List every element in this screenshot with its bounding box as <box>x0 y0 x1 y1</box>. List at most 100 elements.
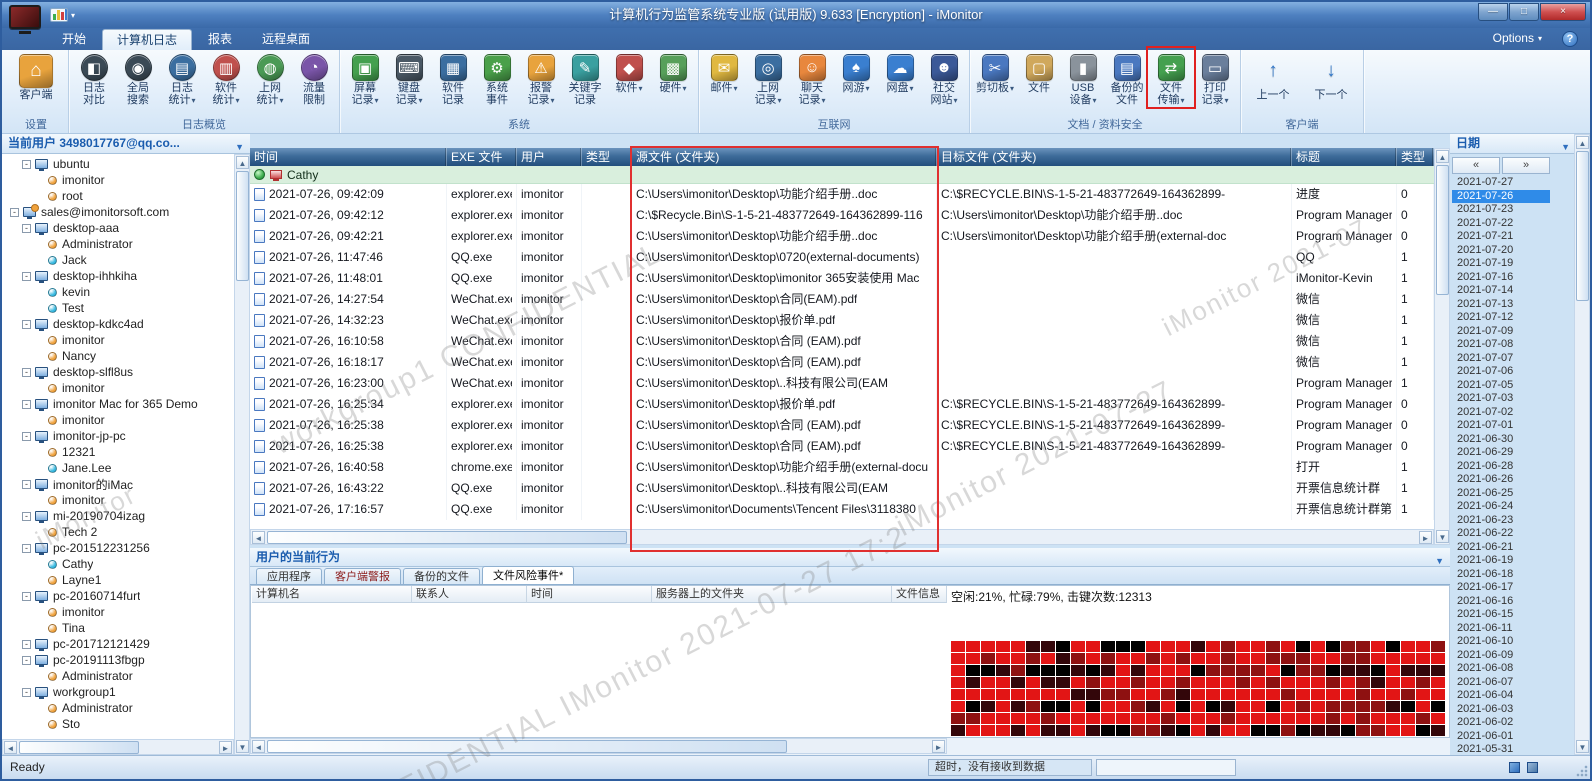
scroll-right-icon[interactable]: ► <box>219 741 232 754</box>
tree-user-imonitor[interactable]: imonitor <box>2 604 234 620</box>
expander-icon[interactable]: - <box>22 399 31 409</box>
date-item[interactable]: 2021-07-12 <box>1452 311 1550 325</box>
date-item[interactable]: 2021-07-08 <box>1452 338 1550 352</box>
date-item[interactable]: 2021-06-23 <box>1452 514 1550 528</box>
tree-vscroll[interactable]: ▲ ▼ <box>234 154 250 755</box>
chart-icon[interactable] <box>50 8 68 22</box>
expander-icon[interactable]: - <box>22 223 31 233</box>
date-item[interactable]: 2021-07-06 <box>1452 365 1550 379</box>
current-user-header[interactable]: 当前用户 3498017767@qq.co... ▼ <box>2 134 250 154</box>
usb-device-button[interactable]: ▮ USB 设备▾ <box>1061 53 1105 107</box>
maximize-button[interactable]: □ <box>1509 3 1539 21</box>
chevron-down-icon[interactable]: ▾ <box>71 11 75 20</box>
log-row[interactable]: 2021-07-26, 14:32:23 WeChat.exe imonitor C:… <box>250 310 1434 331</box>
tree-vscroll-thumb[interactable] <box>236 171 249 281</box>
date-item[interactable]: 2021-07-02 <box>1452 406 1550 420</box>
date-item[interactable]: 2021-07-23 <box>1452 203 1550 217</box>
activity-hscroll[interactable]: ◄ ► <box>250 738 947 754</box>
date-item[interactable]: 2021-06-24 <box>1452 500 1550 514</box>
tree-computer-desktop-aaa[interactable]: - desktop-aaa <box>2 220 234 236</box>
date-item[interactable]: 2021-06-04 <box>1452 689 1550 703</box>
log-row[interactable]: 2021-07-26, 14:27:54 WeChat.exe imonitor C:… <box>250 289 1434 310</box>
date-item[interactable]: 2021-07-26 <box>1452 189 1550 203</box>
system-events-button[interactable]: ⚙ 系统 事件 <box>475 53 519 106</box>
expander-icon[interactable]: - <box>22 639 31 649</box>
tree-computer-imonitor-mac-365[interactable]: - imonitor Mac for 365 Demo <box>2 396 234 412</box>
log-table-hscroll-thumb[interactable] <box>267 531 627 544</box>
scroll-down-icon[interactable]: ▼ <box>1576 740 1589 753</box>
log-row[interactable]: 2021-07-26, 17:16:57 QQ.exe imonitor C:\Use… <box>250 499 1434 520</box>
scroll-up-icon[interactable]: ▲ <box>236 156 249 169</box>
date-scroll-thumb[interactable] <box>1576 151 1589 301</box>
log-row[interactable]: 2021-07-26, 16:25:38 explorer.exe imonitor… <box>250 436 1434 457</box>
activity-tab-file-risk-events[interactable]: 文件风险事件* <box>482 566 575 584</box>
traffic-limit-button[interactable]: ◔ 流量 限制 <box>292 53 336 106</box>
tree-user-12321[interactable]: 12321 <box>2 444 234 460</box>
scroll-down-icon[interactable]: ▼ <box>236 740 249 753</box>
date-item[interactable]: 2021-06-07 <box>1452 676 1550 690</box>
tree-user-tech-2[interactable]: Tech 2 <box>2 524 234 540</box>
tree-user-administrator[interactable]: Administrator <box>2 236 234 252</box>
screen-record-button[interactable]: ▣ 屏幕 记录▾ <box>343 53 387 107</box>
activity-tab-client-alerts[interactable]: 客户端警报 <box>324 568 401 584</box>
scroll-up-icon[interactable]: ▲ <box>1576 136 1589 149</box>
software-stats-button[interactable]: ▥ 软件 统计▾ <box>204 53 248 107</box>
log-table-vscroll[interactable]: ▲ ▼ <box>1434 148 1450 545</box>
online-games-button[interactable]: ♠ 网游▾ <box>834 53 878 95</box>
status-monitor-icon[interactable] <box>1527 762 1538 773</box>
quick-access-toolbar[interactable]: ▾ <box>50 7 75 23</box>
activity-col-header-0[interactable]: 计算机名 <box>252 586 412 603</box>
date-item[interactable]: 2021-06-08 <box>1452 662 1550 676</box>
hardware-button[interactable]: ▩ 硬件▾ <box>651 53 695 95</box>
log-col-header-7[interactable]: 类型 <box>1397 148 1434 166</box>
log-table-vscroll-thumb[interactable] <box>1436 165 1449 295</box>
tree-user-cathy[interactable]: Cathy <box>2 556 234 572</box>
scroll-up-icon[interactable]: ▲ <box>1436 150 1449 163</box>
clipboard-button[interactable]: ✂ 剪切板▾ <box>973 53 1017 95</box>
tree-computer-ubuntu[interactable]: - ubuntu <box>2 156 234 172</box>
date-item[interactable]: 2021-06-21 <box>1452 541 1550 555</box>
menu-tab-reports[interactable]: 报表 <box>194 29 246 50</box>
date-item[interactable]: 2021-07-16 <box>1452 271 1550 285</box>
log-col-header-3[interactable]: 类型 <box>582 148 632 166</box>
log-group-row[interactable]: Cathy <box>250 166 1434 184</box>
date-item[interactable]: 2021-06-18 <box>1452 568 1550 582</box>
tree-computer-workgroup1[interactable]: - workgroup1 <box>2 684 234 700</box>
log-row[interactable]: 2021-07-26, 16:25:34 explorer.exe imonitor… <box>250 394 1434 415</box>
activity-hscroll-thumb[interactable] <box>267 740 787 753</box>
log-compare-button[interactable]: ◧ 日志 对比 <box>72 53 116 106</box>
tree-computer-pc-20191113fbgp[interactable]: - pc-20191113fbgp <box>2 652 234 668</box>
tree-user-imonitor[interactable]: imonitor <box>2 380 234 396</box>
log-col-header-1[interactable]: EXE 文件 <box>447 148 517 166</box>
menu-tab-computer-logs[interactable]: 计算机日志 <box>102 29 193 50</box>
log-row[interactable]: 2021-07-26, 16:40:58 chrome.exe imonitor C:… <box>250 457 1434 478</box>
close-button[interactable]: × <box>1540 3 1586 21</box>
date-item[interactable]: 2021-06-02 <box>1452 716 1550 730</box>
date-item[interactable]: 2021-06-17 <box>1452 581 1550 595</box>
tree-user-layne1[interactable]: Layne1 <box>2 572 234 588</box>
tree-user-sto[interactable]: Sto <box>2 716 234 732</box>
log-row[interactable]: 2021-07-26, 09:42:09 explorer.exe imonitor… <box>250 184 1434 205</box>
date-item[interactable]: 2021-07-13 <box>1452 298 1550 312</box>
expander-icon[interactable]: - <box>22 511 31 521</box>
tree-computer-desktop-kdkc4ad[interactable]: - desktop-kdkc4ad <box>2 316 234 332</box>
log-row[interactable]: 2021-07-26, 09:42:12 explorer.exe imonitor… <box>250 205 1434 226</box>
activity-tab-apps[interactable]: 应用程序 <box>256 568 322 584</box>
tree-computer-desktop-slfl8us[interactable]: - desktop-slfl8us <box>2 364 234 380</box>
backup-files-button[interactable]: ▤ 备份的 文件 <box>1105 53 1149 106</box>
scroll-left-icon[interactable]: ◄ <box>252 740 265 753</box>
log-row[interactable]: 2021-07-26, 16:23:00 WeChat.exe imonitor C:… <box>250 373 1434 394</box>
date-item[interactable]: 2021-07-19 <box>1452 257 1550 271</box>
date-item[interactable]: 2021-07-07 <box>1452 352 1550 366</box>
tree-computer-pc-201512231256[interactable]: - pc-201512231256 <box>2 540 234 556</box>
date-item[interactable]: 2021-07-01 <box>1452 419 1550 433</box>
internet-stats-button[interactable]: ◍ 上网 统计▾ <box>248 53 292 107</box>
next-client-button[interactable]: ↓ 下一个 <box>1302 53 1360 101</box>
log-col-header-2[interactable]: 用户 <box>517 148 582 166</box>
date-item[interactable]: 2021-07-09 <box>1452 325 1550 339</box>
date-item[interactable]: 2021-07-27 <box>1452 176 1550 190</box>
date-item[interactable]: 2021-06-29 <box>1452 446 1550 460</box>
date-item[interactable]: 2021-06-25 <box>1452 487 1550 501</box>
date-item[interactable]: 2021-07-03 <box>1452 392 1550 406</box>
expander-icon[interactable]: - <box>22 159 31 169</box>
